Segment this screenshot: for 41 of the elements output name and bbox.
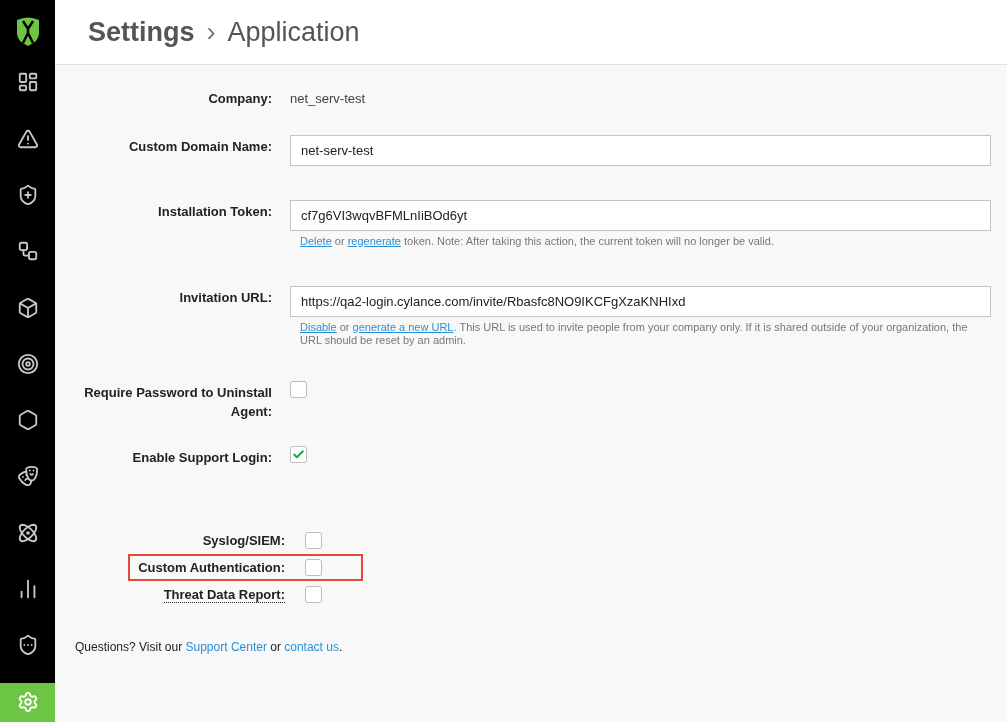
checkmark-icon bbox=[292, 447, 305, 461]
integration-label: Syslog/SIEM: bbox=[202, 532, 285, 548]
checkbox[interactable] bbox=[305, 532, 322, 549]
link[interactable]: Support Center bbox=[185, 640, 267, 654]
link[interactable]: regenerate bbox=[347, 234, 401, 247]
input-field[interactable]: cf7g6VI3wqvBFMLnIiBOd6yt bbox=[290, 199, 991, 231]
sidebar-item[interactable] bbox=[0, 682, 55, 722]
input-field[interactable]: https://qa2-login.cylance.com/invite/Rbasfc8NO9IKCFgXzaKNHIxd bbox=[290, 285, 991, 317]
settings-icon bbox=[16, 691, 39, 714]
link[interactable]: generate a new URL bbox=[352, 320, 454, 333]
checkbox[interactable] bbox=[290, 380, 307, 398]
mask-icon bbox=[16, 465, 39, 488]
warning-icon bbox=[16, 127, 39, 150]
breadcrumb-separator: › bbox=[206, 15, 216, 49]
dashboard-icon bbox=[16, 71, 39, 94]
checkbox[interactable] bbox=[305, 586, 322, 603]
field-label: Installation Token: bbox=[158, 202, 272, 221]
input-field[interactable]: net-serv-test bbox=[290, 134, 991, 166]
footer-text: Questions? Visit our Support Center or contact us. bbox=[75, 639, 344, 656]
logo-icon bbox=[14, 16, 41, 47]
field-label: Company: bbox=[208, 90, 272, 108]
breadcrumb-parent[interactable]: Settings bbox=[88, 11, 195, 53]
hexagon-icon bbox=[16, 409, 39, 432]
checkbox[interactable] bbox=[290, 445, 307, 463]
field-label: Require Password to Uninstall Agent: bbox=[83, 383, 272, 421]
help-text: Delete or regenerate token. Note: After taking this action, the current token will no longer be valid. bbox=[299, 234, 775, 248]
integration-label: Threat Data Report: bbox=[163, 586, 285, 603]
link[interactable]: contact us bbox=[284, 640, 339, 654]
link[interactable]: Delete bbox=[300, 234, 332, 247]
field-label: Enable Support Login: bbox=[132, 448, 272, 467]
field-label: Invitation URL: bbox=[179, 288, 272, 307]
help-text: Disable or generate a new URL. This URL is used to invite people from your company only. If it is shared outside of your organization, the URL should be reset by an admin. bbox=[299, 320, 969, 347]
page-title: Application bbox=[227, 15, 360, 49]
company-value: net_serv-test bbox=[290, 90, 366, 108]
checkbox[interactable] bbox=[305, 559, 322, 576]
link[interactable]: Disable bbox=[300, 320, 337, 333]
integration-label: Custom Authentication: bbox=[138, 559, 285, 575]
hierarchy-icon bbox=[16, 240, 39, 263]
field-label: Custom Domain Name: bbox=[128, 137, 272, 156]
cube-icon bbox=[16, 296, 39, 319]
target-icon bbox=[16, 352, 39, 375]
